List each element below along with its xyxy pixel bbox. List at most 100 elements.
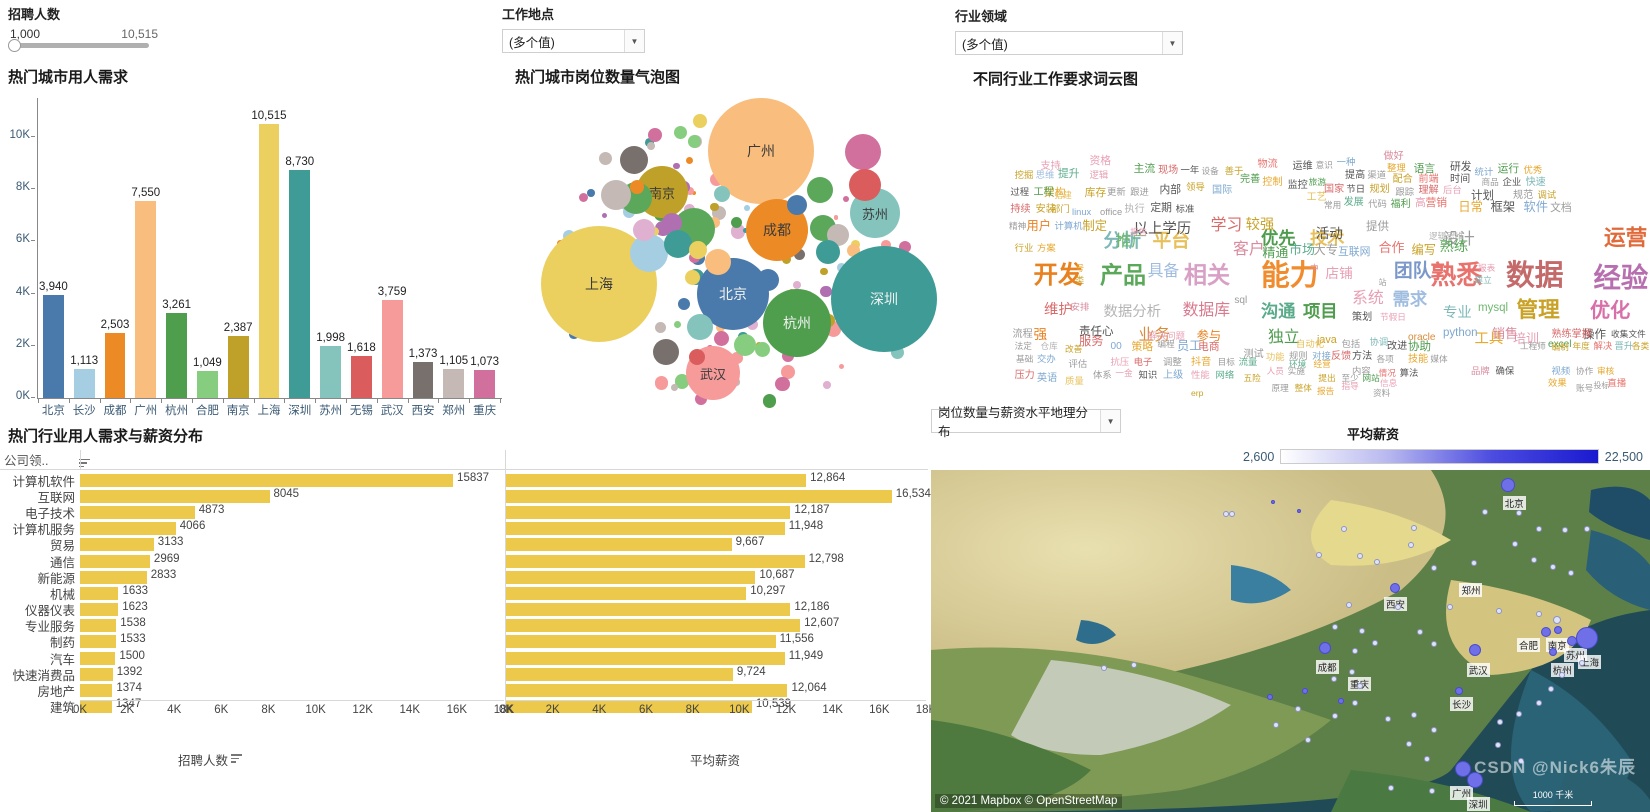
wordcloud-word[interactable]: 领导 — [1186, 182, 1205, 192]
bubble[interactable] — [762, 393, 777, 408]
wordcloud-word[interactable]: 经营 — [1314, 359, 1331, 369]
wordcloud-word[interactable]: 整体 — [1295, 384, 1312, 393]
wordcloud-word[interactable]: 原理 — [1272, 384, 1289, 393]
wordcloud-word[interactable]: 流量 — [1239, 357, 1258, 367]
wordcloud-word[interactable]: 目标 — [1218, 357, 1235, 367]
bubble-深圳[interactable]: 深圳 — [831, 246, 937, 352]
wordcloud-word[interactable]: linux — [1072, 207, 1091, 217]
demand-bar-cell[interactable]: 1392 — [80, 666, 504, 681]
wordcloud-word[interactable]: 各项 — [1377, 355, 1394, 364]
wordcloud-word[interactable]: 五险 — [1244, 374, 1261, 383]
map-marker[interactable] — [1535, 610, 1542, 617]
map-marker-北京[interactable] — [1500, 478, 1515, 493]
map-marker[interactable] — [1516, 509, 1523, 516]
bubble[interactable] — [647, 142, 655, 150]
bubble[interactable] — [775, 377, 790, 392]
wordcloud-word[interactable]: 质量 — [1065, 376, 1084, 386]
wordcloud-word[interactable]: 时间 — [1450, 175, 1470, 185]
bubble[interactable] — [730, 216, 743, 228]
wordcloud-word[interactable]: 效果 — [1548, 378, 1567, 388]
table-row[interactable]: 快速消费品 1392 9,724 — [0, 666, 928, 683]
bubble[interactable] — [685, 156, 693, 164]
wordcloud-word[interactable]: 抗压 — [1111, 357, 1130, 367]
map-marker[interactable] — [1384, 715, 1391, 722]
wordcloud-word[interactable]: 运营 — [1604, 227, 1647, 249]
wordcloud-word[interactable]: 沟通 — [1261, 302, 1296, 320]
wordcloud-word[interactable]: 发展 — [1344, 197, 1364, 208]
wordcloud-word[interactable]: 安排 — [1071, 302, 1090, 312]
wordcloud-word[interactable]: 责任心 — [1079, 327, 1114, 339]
demand-bar[interactable] — [80, 603, 119, 617]
wordcloud-word[interactable]: 晋升 — [1615, 341, 1634, 351]
table-row[interactable]: 贸易 3133 9,667 — [0, 536, 928, 553]
demand-bar[interactable] — [80, 619, 117, 633]
wordcloud-word[interactable]: 整理 — [1387, 163, 1406, 173]
map-marker[interactable] — [1447, 603, 1454, 610]
wordcloud-word[interactable]: 网络 — [1216, 370, 1235, 380]
salary-bar-cell[interactable]: 12,607 — [506, 617, 926, 633]
table-row[interactable]: 机械 1633 10,297 — [0, 585, 928, 602]
bubble[interactable] — [714, 330, 730, 346]
demand-bar[interactable] — [80, 554, 150, 568]
wordcloud-word[interactable]: 文件 — [1629, 330, 1646, 339]
demand-bar[interactable] — [80, 586, 119, 600]
bubble-杭州[interactable]: 杭州 — [763, 289, 831, 357]
salary-bar[interactable] — [506, 554, 805, 568]
wordcloud-word[interactable]: 编程 — [1157, 340, 1174, 349]
wordcloud-word[interactable]: 建立 — [1475, 276, 1492, 285]
demand-bar[interactable] — [80, 473, 454, 487]
wordcloud-word[interactable]: 资料 — [1373, 389, 1390, 398]
table-row[interactable]: 制药 1533 11,556 — [0, 633, 928, 650]
wordcloud-word[interactable]: 交办 — [1037, 354, 1056, 364]
salary-bar-cell[interactable]: 12,064 — [506, 682, 926, 698]
bubble[interactable] — [755, 342, 771, 358]
wordcloud-word[interactable]: 搭建 — [1055, 191, 1072, 200]
wordcloud-word[interactable]: 抖音 — [1191, 357, 1211, 368]
map-marker-杭州[interactable] — [1548, 647, 1557, 656]
demand-bar-cell[interactable]: 2969 — [80, 553, 504, 568]
salary-bar[interactable] — [506, 684, 788, 698]
demand-bar[interactable] — [80, 522, 176, 536]
salary-bar[interactable] — [506, 538, 732, 552]
wordcloud-word[interactable]: 国际 — [1212, 186, 1232, 196]
demand-bar-cell[interactable]: 1538 — [80, 617, 504, 633]
salary-bar-cell[interactable]: 12,187 — [506, 504, 926, 519]
wordcloud-word[interactable]: 挖掘 — [1015, 171, 1034, 181]
map-marker[interactable] — [1578, 660, 1585, 667]
wordcloud-word[interactable]: sql — [1234, 295, 1247, 306]
wordcloud-word[interactable]: 完善 — [1240, 175, 1260, 185]
salary-bar-cell[interactable]: 9,724 — [506, 666, 926, 681]
wordcloud-word[interactable]: 持续 — [1010, 204, 1030, 215]
wordcloud-word[interactable]: 物流 — [1258, 159, 1278, 170]
wordcloud-word[interactable]: 报告 — [1130, 228, 1147, 237]
salary-bar[interactable] — [506, 667, 733, 681]
wordcloud-word[interactable]: python — [1443, 328, 1478, 340]
bubble[interactable] — [601, 180, 631, 210]
wordcloud-word[interactable]: 提出 — [1318, 374, 1335, 383]
table-row[interactable]: 新能源 2833 10,687 — [0, 569, 928, 586]
wordcloud-word[interactable]: 基础 — [1016, 355, 1033, 364]
wordcloud-word[interactable]: 研发 — [1450, 161, 1472, 173]
wordcloud-word[interactable]: 库存 — [1085, 188, 1107, 199]
wordcloud-word[interactable]: 专业 — [1443, 305, 1472, 320]
salary-bar[interactable] — [506, 505, 791, 519]
demand-bar-cell[interactable]: 2833 — [80, 569, 504, 584]
table-row[interactable]: 计算机软件 15837 12,864 — [0, 472, 928, 489]
wordcloud-word[interactable]: 协助 — [1408, 341, 1431, 354]
wordcloud-word[interactable]: 编写 — [1412, 244, 1436, 256]
demand-bar-cell[interactable]: 1623 — [80, 601, 504, 617]
wordcloud-word[interactable]: 视频 — [1552, 367, 1571, 377]
bubble[interactable] — [587, 189, 595, 198]
wordcloud-word[interactable]: 相关 — [1184, 263, 1230, 287]
wordcloud-word[interactable]: 指导 — [1342, 382, 1359, 391]
table-row[interactable]: 汽车 1500 11,949 — [0, 650, 928, 667]
map-marker[interactable] — [1535, 699, 1542, 706]
wordcloud-word[interactable]: 英语 — [1037, 374, 1057, 384]
demand-bar[interactable] — [80, 570, 147, 584]
wordcloud-word[interactable]: 流程 — [1013, 330, 1033, 340]
wordcloud-word[interactable]: 跟踪 — [1395, 187, 1414, 197]
bubble[interactable] — [687, 314, 713, 340]
wordcloud-word[interactable]: 报告 — [1317, 387, 1334, 396]
wordcloud-word[interactable]: 熟练 — [1440, 240, 1469, 255]
map-marker[interactable] — [1535, 525, 1542, 532]
